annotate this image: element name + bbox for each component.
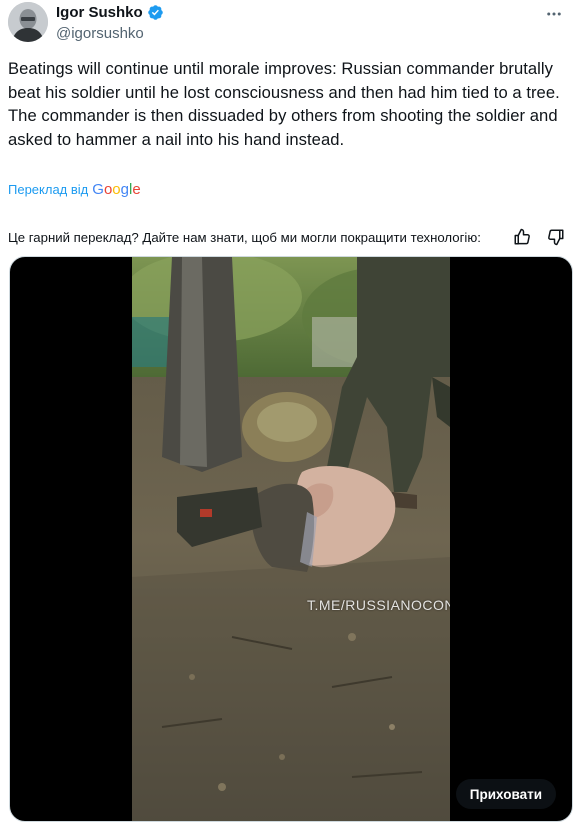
translation-feedback-row: Це гарний переклад? Дайте нам знати, щоб… xyxy=(8,226,573,248)
video-still-image xyxy=(132,257,450,821)
translated-by-link[interactable]: Переклад від Google xyxy=(8,181,141,198)
translated-by-label: Переклад від xyxy=(8,182,89,197)
avatar[interactable] xyxy=(8,2,48,42)
author-handle[interactable]: @igorsushko xyxy=(56,25,144,42)
tweet-page: Igor Sushko @igorsushko Beatings will co… xyxy=(0,0,581,837)
video-frame: T.ME/RUSSIANOCONTEXT xyxy=(132,257,450,821)
tweet-text: Beatings will continue until morale impr… xyxy=(8,57,573,151)
avatar-image xyxy=(8,2,48,42)
more-options-button[interactable] xyxy=(543,4,565,24)
thumbs-up-icon[interactable] xyxy=(513,228,531,246)
tweet-header: Igor Sushko @igorsushko xyxy=(8,2,573,44)
more-dots-icon xyxy=(545,5,563,23)
author-name-line: Igor Sushko xyxy=(56,4,164,21)
google-logo: Google xyxy=(92,181,141,198)
tweet-text-paragraph-1: Beatings will continue until morale impr… xyxy=(8,59,560,102)
translation-feedback-prompt: Це гарний переклад? Дайте нам знати, щоб… xyxy=(8,229,481,245)
thumbs-down-icon[interactable] xyxy=(547,228,565,246)
video-watermark: T.ME/RUSSIANOCONTEXT xyxy=(307,597,450,613)
video-player[interactable]: T.ME/RUSSIANOCONTEXT Приховати xyxy=(9,256,573,822)
author-name[interactable]: Igor Sushko xyxy=(56,4,143,21)
hide-media-button[interactable]: Приховати xyxy=(455,779,556,809)
verified-badge-icon xyxy=(147,4,164,21)
tweet-text-paragraph-2: The commander is then dissuaded by other… xyxy=(8,106,558,149)
translation-feedback-buttons xyxy=(513,228,565,246)
